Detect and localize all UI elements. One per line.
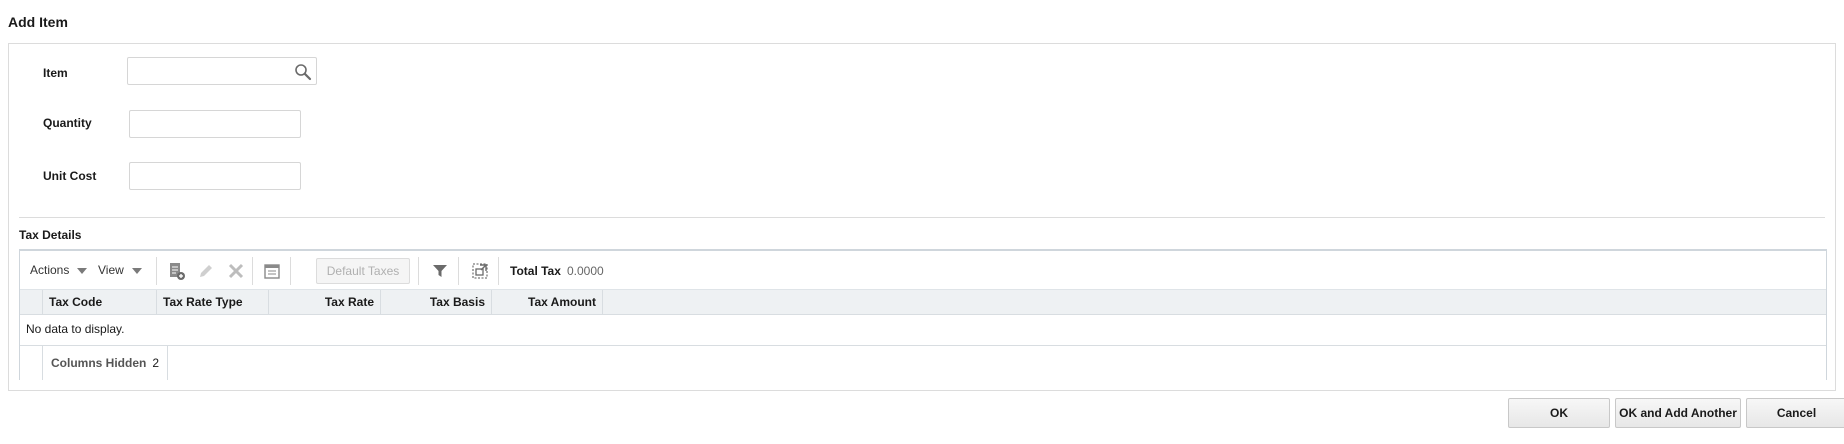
filter-icon[interactable]	[430, 261, 450, 281]
columns-hidden-label: Columns Hidden	[51, 356, 147, 370]
detach-icon[interactable]	[470, 261, 490, 281]
column-header-tax-basis[interactable]: Tax Basis	[380, 290, 491, 315]
tax-details-table: Actions View Default Taxes Total Tax 0.0…	[19, 249, 1827, 380]
ok-and-add-another-button[interactable]: OK and Add Another	[1615, 398, 1741, 428]
toolbar-divider	[290, 257, 291, 285]
tax-details-title: Tax Details	[19, 228, 82, 242]
view-menu-label: View	[98, 263, 124, 277]
quantity-field[interactable]	[129, 110, 301, 138]
columns-hidden-count[interactable]: 2	[152, 356, 159, 370]
unit-cost-field[interactable]	[129, 162, 301, 190]
delete-icon[interactable]	[226, 261, 246, 281]
column-header-tax-rate-type[interactable]: Tax Rate Type	[156, 290, 268, 315]
ok-button[interactable]: OK	[1508, 398, 1610, 428]
total-tax-value: 0.0000	[567, 264, 604, 278]
add-row-icon[interactable]	[166, 261, 186, 281]
column-header-tax-rate[interactable]: Tax Rate	[268, 290, 380, 315]
dialog-title: Add Item	[8, 14, 68, 30]
actions-menu[interactable]: Actions	[30, 263, 88, 277]
section-divider	[19, 217, 1825, 218]
table-footer: Columns Hidden 2	[20, 345, 1826, 380]
toolbar-divider	[498, 257, 499, 285]
view-menu[interactable]: View	[98, 263, 142, 277]
default-taxes-button[interactable]: Default Taxes	[316, 258, 410, 284]
toolbar-divider	[156, 257, 157, 285]
chevron-down-icon	[77, 268, 88, 274]
add-item-form-panel: Item Quantity Unit Cost Tax Details Acti…	[8, 43, 1836, 391]
toolbar-divider	[252, 257, 253, 285]
cancel-button[interactable]: Cancel	[1746, 398, 1844, 428]
toolbar-divider	[458, 257, 459, 285]
chevron-down-icon	[131, 268, 142, 274]
item-field[interactable]	[127, 57, 317, 85]
table-toolbar: Actions View Default Taxes Total Tax 0.0…	[20, 251, 1826, 290]
columns-hidden-indicator: Columns Hidden 2	[42, 346, 169, 380]
total-tax-label: Total Tax	[510, 264, 561, 278]
column-header-tax-code[interactable]: Tax Code	[42, 290, 156, 315]
search-icon[interactable]	[294, 63, 312, 81]
empty-table-message: No data to display.	[26, 322, 125, 336]
edit-icon[interactable]	[196, 261, 216, 281]
unit-cost-label: Unit Cost	[43, 169, 97, 183]
actions-menu-label: Actions	[30, 263, 70, 277]
toolbar-divider	[418, 257, 419, 285]
quantity-label: Quantity	[43, 116, 92, 130]
table-header-row: Tax Code Tax Rate Type Tax Rate Tax Basi…	[20, 290, 1826, 315]
column-header-tax-amount[interactable]: Tax Amount	[491, 290, 603, 315]
calendar-icon[interactable]	[262, 261, 282, 281]
item-label: Item	[43, 66, 68, 80]
